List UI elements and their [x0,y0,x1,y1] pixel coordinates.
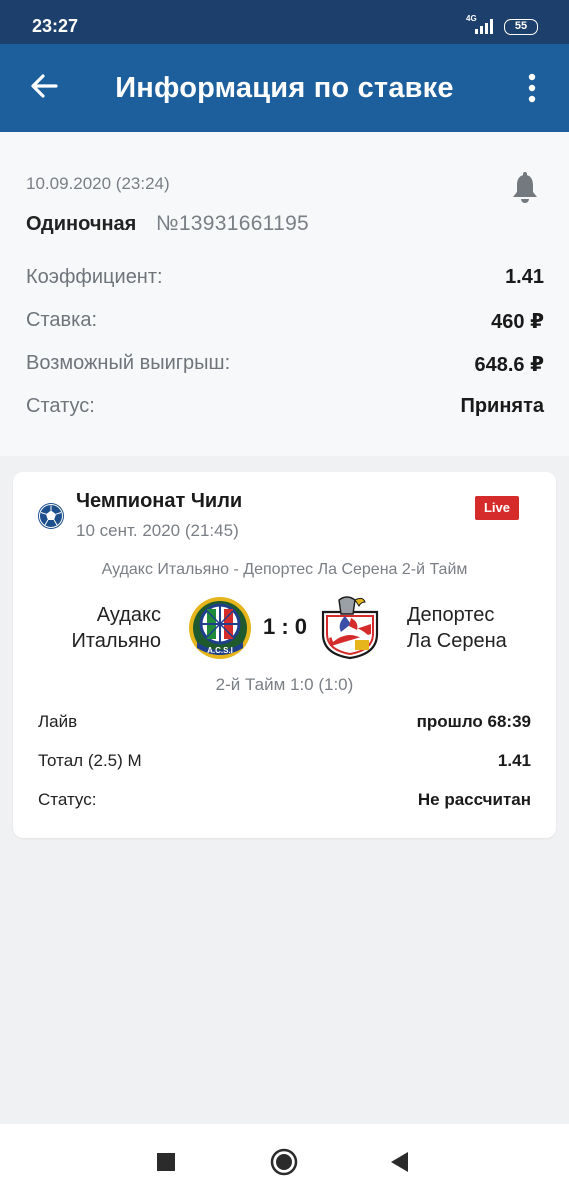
away-team-name: Депортес Ла Серена [407,602,537,654]
away-team-line1: Депортес [407,604,495,626]
coefficient-row: Коэффициент: 1.41 [26,266,544,296]
live-row: Лайв прошло 68:39 [38,712,531,736]
period-score: 2-й Тайм 1:0 (1:0) [215,675,354,694]
bell-icon[interactable] [510,172,540,206]
bet-summary: 10.09.2020 (23:24) Одиночная №1393166119… [0,132,569,456]
row-label: Ставка: [26,309,97,331]
match-name: Аудакс Итальяно - Депортес Ла Серена 2-й… [101,561,468,578]
score: 1 : 0 [262,614,308,639]
more-vertical-icon[interactable] [518,72,546,104]
home-team-line2: Итальяно [71,630,161,652]
away-team-line2: Ла Серена [407,630,507,652]
back-triangle-icon[interactable] [386,1148,414,1176]
row-value: Принята [460,395,544,417]
league-name: Чемпионат Чили [76,490,243,512]
home-logo-text: A.C.S.I [207,646,233,655]
live-badge: Live [475,496,519,520]
event-status-row: Статус: Не рассчитан [38,790,531,814]
home-team-line1: Аудакс [96,604,161,626]
row-value: Не рассчитан [417,790,531,809]
row-label: Лайв [38,712,78,731]
row-label: Статус: [38,790,97,809]
status-time: 23:27 [32,16,79,36]
home-team-logo: A.C.S.I [189,597,251,659]
battery-icon: 55 [504,19,538,35]
row-label: Коэффициент: [26,266,163,288]
row-value: 1.41 [505,266,544,288]
possible-win-row: Возможный выигрыш: 648.6 ₽ [26,352,544,382]
bet-type: Одиночная [26,213,137,235]
away-team-logo [321,596,379,660]
status-row: Статус: Принята [26,395,544,425]
app-bar: Информация по ставке [0,44,569,132]
home-icon[interactable] [270,1148,298,1176]
row-label: Тотал (2.5) М [38,751,142,770]
row-value: прошло 68:39 [416,712,531,731]
bet-datetime: 10.09.2020 (23:24) [26,174,170,193]
recent-apps-icon[interactable] [152,1148,180,1176]
row-value: 1.41 [497,751,531,770]
status-bar: 23:27 4G 55 [0,0,569,44]
battery-level: 55 [514,20,528,32]
row-label: Возможный выигрыш: [26,352,231,374]
row-value: 460 ₽ [491,311,544,333]
signal-icon [475,19,493,34]
market-row: Тотал (2.5) М 1.41 [38,751,531,775]
page-title: Информация по ставке [115,72,454,104]
row-value: 648.6 ₽ [474,354,544,376]
stake-row: Ставка: 460 ₽ [26,309,544,339]
bet-number: №13931661195 [156,212,310,235]
row-label: Статус: [26,395,95,417]
system-nav-bar [0,1124,569,1200]
match-date: 10 сент. 2020 (21:45) [76,521,239,540]
soccer-ball-icon [38,503,64,529]
event-card[interactable]: Чемпионат Чили 10 сент. 2020 (21:45) Liv… [13,472,556,838]
home-team-name: Аудакс Итальяно [45,602,161,654]
